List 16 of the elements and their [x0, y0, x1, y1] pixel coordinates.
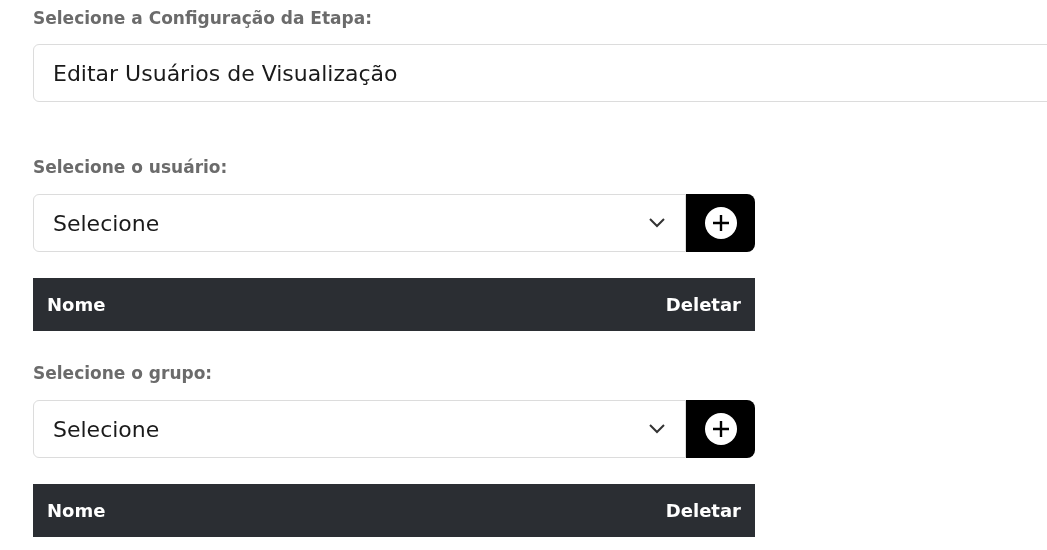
plus-circle-icon — [704, 207, 737, 239]
select-field[interactable]: Selecione — [33, 400, 686, 458]
column-header: Deletar — [665, 293, 741, 317]
field-label: Selecione a Configuração da Etapa: — [33, 7, 373, 30]
add-button[interactable] — [686, 194, 755, 252]
chevron-down-icon — [649, 424, 665, 434]
select-field[interactable]: Selecione — [33, 194, 686, 252]
plus-circle-icon — [704, 413, 737, 445]
column-header: Deletar — [665, 499, 741, 523]
field-label: Selecione o grupo: — [33, 362, 214, 385]
chevron-down-icon — [649, 218, 665, 228]
select-field[interactable]: Editar Usuários de Visualização — [33, 44, 1047, 102]
add-button[interactable] — [686, 400, 755, 458]
field-label: Selecione o usuário: — [33, 156, 229, 179]
column-header: Nome — [47, 293, 106, 317]
column-header: Nome — [47, 499, 106, 523]
